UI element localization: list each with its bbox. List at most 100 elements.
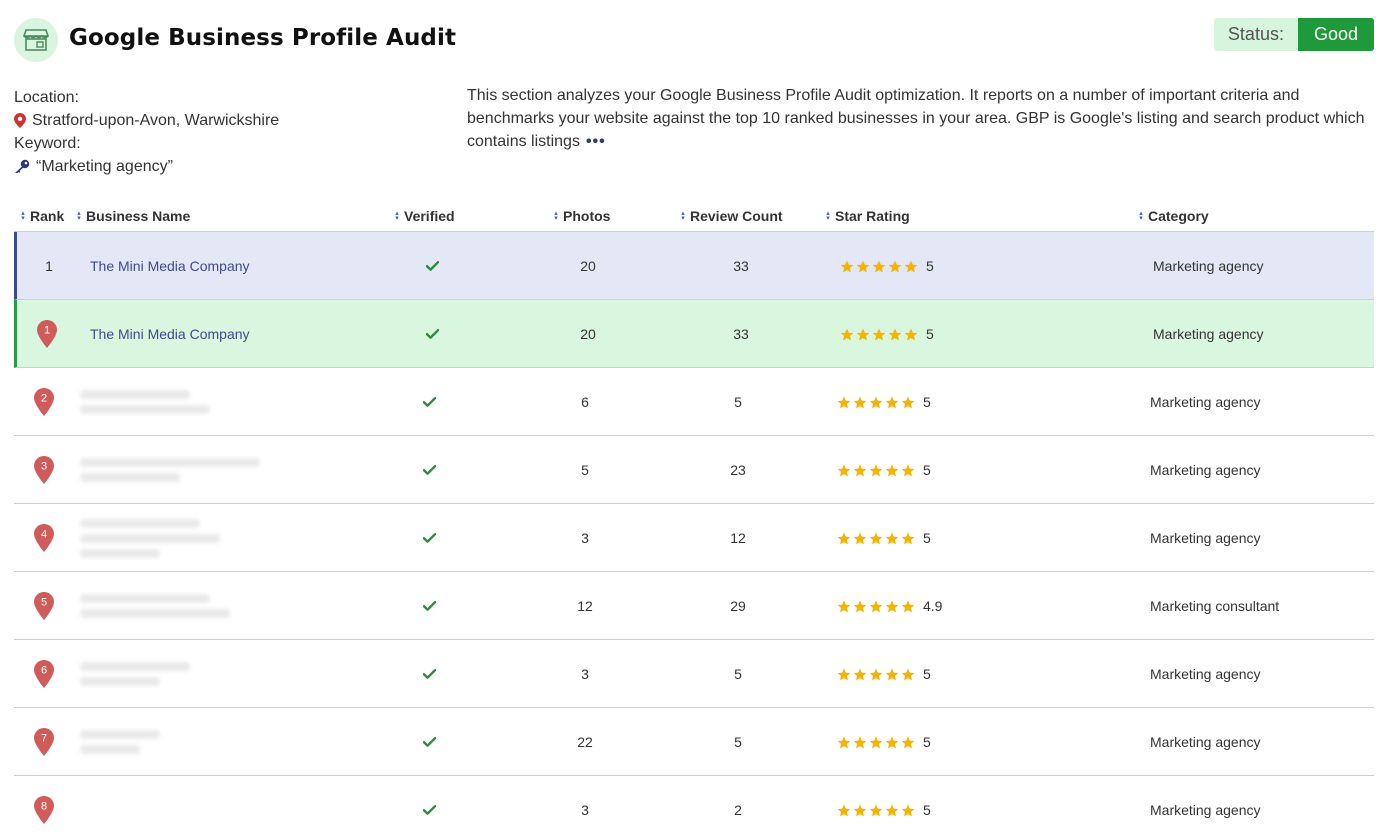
category-label: Marketing agency [1150,462,1261,478]
redacted-bar [80,548,160,558]
star-icon [853,464,867,476]
star-icon [901,668,915,680]
table-row[interactable]: 1 The Mini Media Company 20 33 5 Marketing ag… [14,232,1374,300]
checkmark-icon [422,776,436,838]
rating-value: 5 [926,258,934,274]
checkmark-icon [422,708,436,776]
star-icon [901,600,915,612]
photos-count: 22 [577,734,593,750]
rating-value: 5 [923,462,931,478]
column-review-count[interactable]: ▴ ▾ Review Count [680,208,782,224]
table-row[interactable]: 1 The Mini Media Company 20 33 5 Marketing ag… [14,300,1374,368]
column-category[interactable]: ▴ ▾ Category [1138,208,1208,224]
star-icon [853,668,867,680]
key-icon [15,159,30,173]
read-more-button[interactable]: ••• [586,133,606,150]
business-name-redacted [80,504,220,572]
business-name-link[interactable]: The Mini Media Company [90,300,250,368]
table-header: ▴ ▾ Rank ▴ ▾ Business Name ▴ ▾ Verified ▴ ▾ Phot… [14,202,1374,232]
star-icon [888,260,902,272]
column-verified[interactable]: ▴ ▾ Verified [394,208,454,224]
review-count: 5 [734,394,742,410]
photos-count: 6 [581,394,589,410]
redacted-bar [80,473,180,482]
table-row[interactable]: 2 6 5 5 Marketing agency [14,368,1374,436]
business-name-redacted [80,572,230,640]
rank-number: 5 [41,597,47,609]
location-row: Stratford-upon-Avon, Warwickshire [14,109,279,132]
review-count: 5 [734,734,742,750]
star-rating: 5 [837,640,931,708]
sort-icon: ▴ ▾ [681,210,685,222]
star-icon [885,532,899,544]
star-icon [853,532,867,544]
map-pin-icon: 7 [34,708,54,776]
table-row[interactable]: 7 22 5 5 Marketing agency [14,708,1374,776]
redacted-bar [80,677,160,686]
star-icon [885,804,899,816]
business-name-link[interactable]: The Mini Media Company [90,232,250,300]
star-icon [840,260,854,272]
status-label: Status: [1213,18,1298,51]
star-rating: 4.9 [837,572,942,640]
sort-icon: ▴ ▾ [554,210,558,222]
rating-value: 5 [923,802,931,818]
keyword-row: “Marketing agency” [14,155,279,178]
storefront-icon [14,18,58,62]
map-pin-icon: 5 [34,572,54,640]
category-label: Marketing agency [1150,802,1261,818]
photos-count: 5 [581,462,589,478]
star-icon [856,260,870,272]
checkmark-icon [422,640,436,708]
redacted-bar [80,662,190,671]
location-label: Location: [14,89,79,106]
star-icon [901,804,915,816]
audit-meta: Location: Stratford-upon-Avon, Warwicksh… [14,86,279,178]
column-photos[interactable]: ▴ ▾ Photos [553,208,610,224]
star-icon [853,600,867,612]
review-count: 12 [730,530,746,546]
star-icon [869,464,883,476]
star-icon [901,736,915,748]
star-rating: 5 [840,300,934,368]
category-label: Marketing agency [1150,666,1261,682]
sort-icon: ▴ ▾ [1139,210,1143,222]
sort-icon: ▴ ▾ [77,210,81,222]
review-count: 5 [734,666,742,682]
rank-number: 7 [41,733,47,745]
star-icon [869,804,883,816]
photos-count: 20 [580,258,596,274]
redacted-bar [80,405,210,414]
column-business-name[interactable]: ▴ ▾ Business Name [76,208,190,224]
category-label: Marketing agency [1150,394,1261,410]
column-star-rating[interactable]: ▴ ▾ Star Rating [825,208,909,224]
star-icon [869,532,883,544]
column-rank[interactable]: ▴ ▾ Rank [20,208,64,224]
status-badge: Status: Good [1213,18,1374,51]
status-value: Good [1297,18,1374,51]
sort-icon: ▴ ▾ [395,210,399,222]
redacted-bar [80,533,220,543]
audit-table: ▴ ▾ Rank ▴ ▾ Business Name ▴ ▾ Verified ▴ ▾ Phot… [14,202,1374,838]
redacted-bar [80,730,160,739]
table-row[interactable]: 6 3 5 5 Marketing agency [14,640,1374,708]
location-value: Stratford-upon-Avon, Warwickshire [32,112,280,129]
star-icon [837,396,851,408]
star-icon [869,668,883,680]
star-icon [853,736,867,748]
category-label: Marketing consultant [1150,598,1280,614]
checkmark-icon [422,504,436,572]
star-icon [904,328,918,340]
table-row[interactable]: 5 12 29 4.9 Marketing consultant [14,572,1374,640]
star-rating: 5 [837,504,931,572]
table-row[interactable]: 8 3 2 5 Marketing agency [14,776,1374,838]
redacted-bar [80,745,140,754]
category-label: Marketing agency [1150,530,1261,546]
table-row[interactable]: 3 5 23 5 Marketing agency [14,436,1374,504]
star-icon [901,396,915,408]
rating-value: 5 [926,326,934,342]
star-icon [853,396,867,408]
star-icon [837,532,851,544]
table-row[interactable]: 4 3 12 5 Marketing agency [14,504,1374,572]
star-icon [872,328,886,340]
